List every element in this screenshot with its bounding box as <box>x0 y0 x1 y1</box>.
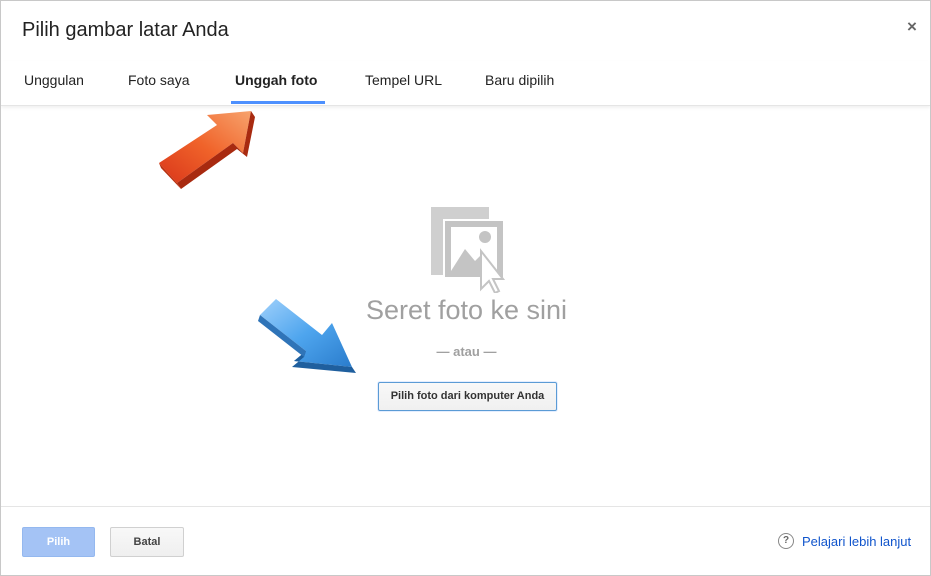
or-separator: — atau — <box>436 344 497 359</box>
active-tab-indicator <box>231 101 325 104</box>
photo-drop-icon <box>431 207 505 293</box>
tab-featured[interactable]: Unggulan <box>24 72 84 104</box>
help-icon[interactable]: ? <box>778 533 794 549</box>
help-container: ? Pelajari lebih lanjut <box>778 532 911 550</box>
select-button[interactable]: Pilih <box>22 527 95 557</box>
dialog-title: Pilih gambar latar Anda <box>22 19 229 41</box>
background-picker-dialog: Pilih gambar latar Anda × Unggulan Foto … <box>0 0 931 576</box>
tab-upload-photo[interactable]: Unggah foto <box>235 72 317 104</box>
drop-zone-text: Seret foto ke sini <box>365 295 568 325</box>
tab-my-photos[interactable]: Foto saya <box>128 72 189 104</box>
choose-from-computer-button[interactable]: Pilih foto dari komputer Anda <box>378 382 557 411</box>
learn-more-link[interactable]: Pelajari lebih lanjut <box>802 534 911 549</box>
orange-arrow-icon <box>159 111 255 189</box>
tab-paste-url[interactable]: Tempel URL <box>365 72 442 104</box>
cancel-button[interactable]: Batal <box>110 527 184 557</box>
tab-recently-selected[interactable]: Baru dipilih <box>485 72 554 104</box>
close-icon[interactable]: × <box>904 18 920 35</box>
tab-bar: Unggulan Foto saya Unggah foto Tempel UR… <box>1 61 930 106</box>
